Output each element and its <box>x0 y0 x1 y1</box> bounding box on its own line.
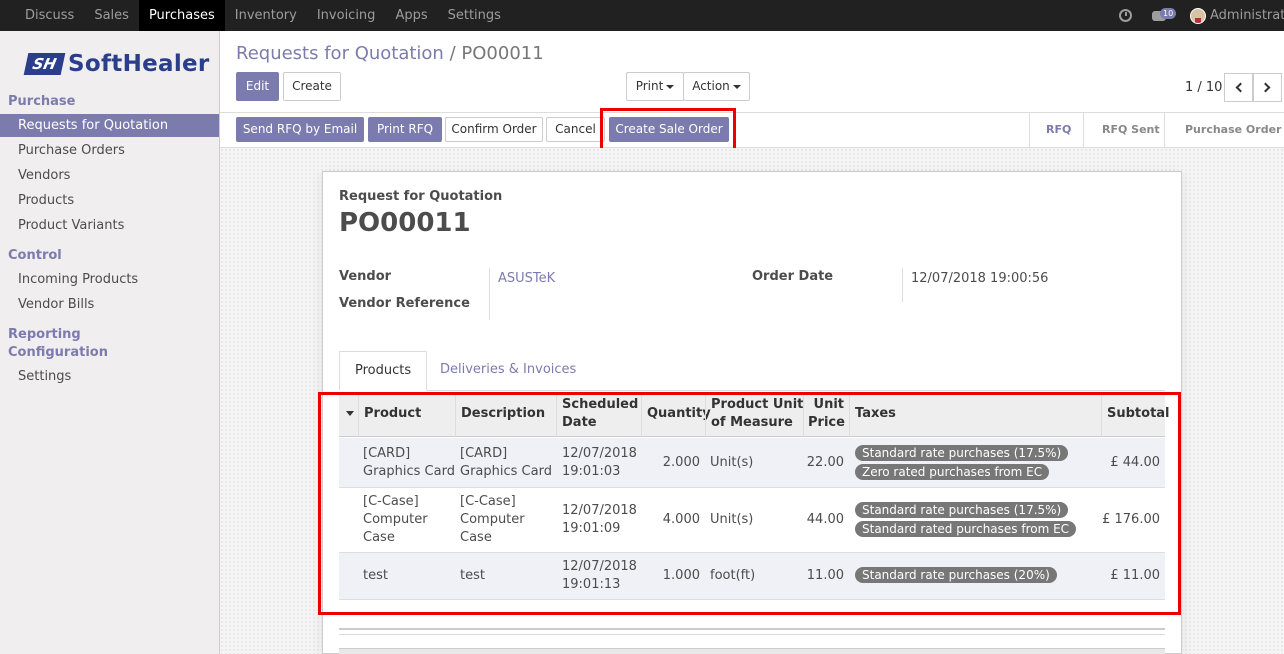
send-rfq-by-email-button[interactable]: Send RFQ by Email <box>236 117 364 142</box>
pager-value[interactable]: 1 / 10 <box>1185 80 1222 95</box>
tab-products[interactable]: Products <box>339 351 428 391</box>
breadcrumb-separator: / <box>449 43 456 64</box>
stage-divider <box>1029 113 1030 147</box>
sidebar-item-incoming-products[interactable]: Incoming Products <box>0 268 219 291</box>
breadcrumb: Requests for Quotation / PO00011 <box>236 43 544 64</box>
sidebar-item-settings[interactable]: Settings <box>0 365 219 388</box>
table-footer-border <box>339 634 1165 635</box>
sidebar-item-product-variants[interactable]: Product Variants <box>0 214 219 237</box>
action-dropdown[interactable]: Action <box>683 72 750 101</box>
pager-previous-button[interactable] <box>1224 73 1253 102</box>
caret-down-icon <box>732 84 741 89</box>
company-logo[interactable]: SH SoftHealer <box>23 51 210 77</box>
field-separator <box>489 268 490 320</box>
highlight-create-sale-order <box>600 108 736 153</box>
avatar[interactable] <box>1190 7 1206 24</box>
menu-section-configuration[interactable]: Configuration <box>8 345 108 360</box>
sidebar-item-products[interactable]: Products <box>0 189 219 212</box>
sidebar-item-vendor-bills[interactable]: Vendor Bills <box>0 293 219 316</box>
sidebar-item-requests-for-quotation[interactable]: Requests for Quotation <box>0 114 219 137</box>
app-apps[interactable]: Apps <box>385 0 437 31</box>
stage-rfq-sent[interactable]: RFQ Sent <box>1102 113 1160 147</box>
stage-divider <box>1083 113 1084 147</box>
chat-icon[interactable]: 10 <box>1152 7 1177 21</box>
highlight-order-lines <box>318 392 1181 615</box>
document-type-label: Request for Quotation <box>339 189 503 204</box>
menu-section-reporting[interactable]: Reporting <box>8 327 81 342</box>
vendor-field[interactable]: ASUSTeK <box>498 271 555 286</box>
app-discuss[interactable]: Discuss <box>0 0 84 31</box>
table-footer-border <box>339 628 1165 630</box>
chat-count-badge: 10 <box>1160 7 1177 19</box>
logo-mark: SH <box>23 53 66 75</box>
breadcrumb-parent[interactable]: Requests for Quotation <box>236 43 444 64</box>
print-dropdown[interactable]: Print <box>626 72 684 101</box>
app-inventory[interactable]: Inventory <box>225 0 307 31</box>
menu-section-purchase[interactable]: Purchase <box>8 94 75 109</box>
create-button[interactable]: Create <box>283 72 341 101</box>
app-sales[interactable]: Sales <box>84 0 139 31</box>
order-date-field[interactable]: 12/07/2018 19:00:56 <box>911 271 1048 286</box>
stage-purchase-order[interactable]: Purchase Order <box>1185 113 1281 147</box>
print-rfq-button[interactable]: Print RFQ <box>368 117 442 142</box>
app-invoicing[interactable]: Invoicing <box>307 0 386 31</box>
chevron-left-icon <box>1235 82 1246 93</box>
action-label: Action <box>692 79 730 93</box>
horizontal-scrollbar[interactable] <box>339 648 1165 654</box>
cancel-button[interactable]: Cancel <box>546 117 605 142</box>
caret-down-icon <box>666 84 675 89</box>
sidebar-item-purchase-orders[interactable]: Purchase Orders <box>0 139 219 162</box>
vendor-label: Vendor <box>339 269 392 284</box>
chevron-right-icon <box>1260 82 1271 93</box>
confirm-order-button[interactable]: Confirm Order <box>445 117 543 142</box>
app-purchases[interactable]: Purchases <box>138 0 225 31</box>
top-navbar: Discuss Sales Purchases Inventory Invoic… <box>0 0 1284 31</box>
sidebar-item-vendors[interactable]: Vendors <box>0 164 219 187</box>
stage-divider <box>1164 113 1165 147</box>
order-date-label: Order Date <box>752 269 834 284</box>
breadcrumb-current: PO00011 <box>461 43 544 64</box>
page-title: PO00011 <box>339 208 471 238</box>
user-menu[interactable]: Administrator <box>1210 8 1284 23</box>
pager-next-button[interactable] <box>1253 73 1282 102</box>
edit-button[interactable]: Edit <box>236 72 279 101</box>
menu-section-control[interactable]: Control <box>8 248 62 263</box>
app-settings[interactable]: Settings <box>438 0 511 31</box>
logo-text: SoftHealer <box>68 51 210 77</box>
stage-rfq[interactable]: RFQ <box>1046 113 1071 147</box>
vendor-reference-label: Vendor Reference <box>339 296 470 311</box>
tab-deliveries-invoices[interactable]: Deliveries & Invoices <box>425 351 591 391</box>
print-label: Print <box>635 79 664 93</box>
field-separator <box>902 268 903 302</box>
activity-clock-icon[interactable] <box>1119 9 1132 22</box>
